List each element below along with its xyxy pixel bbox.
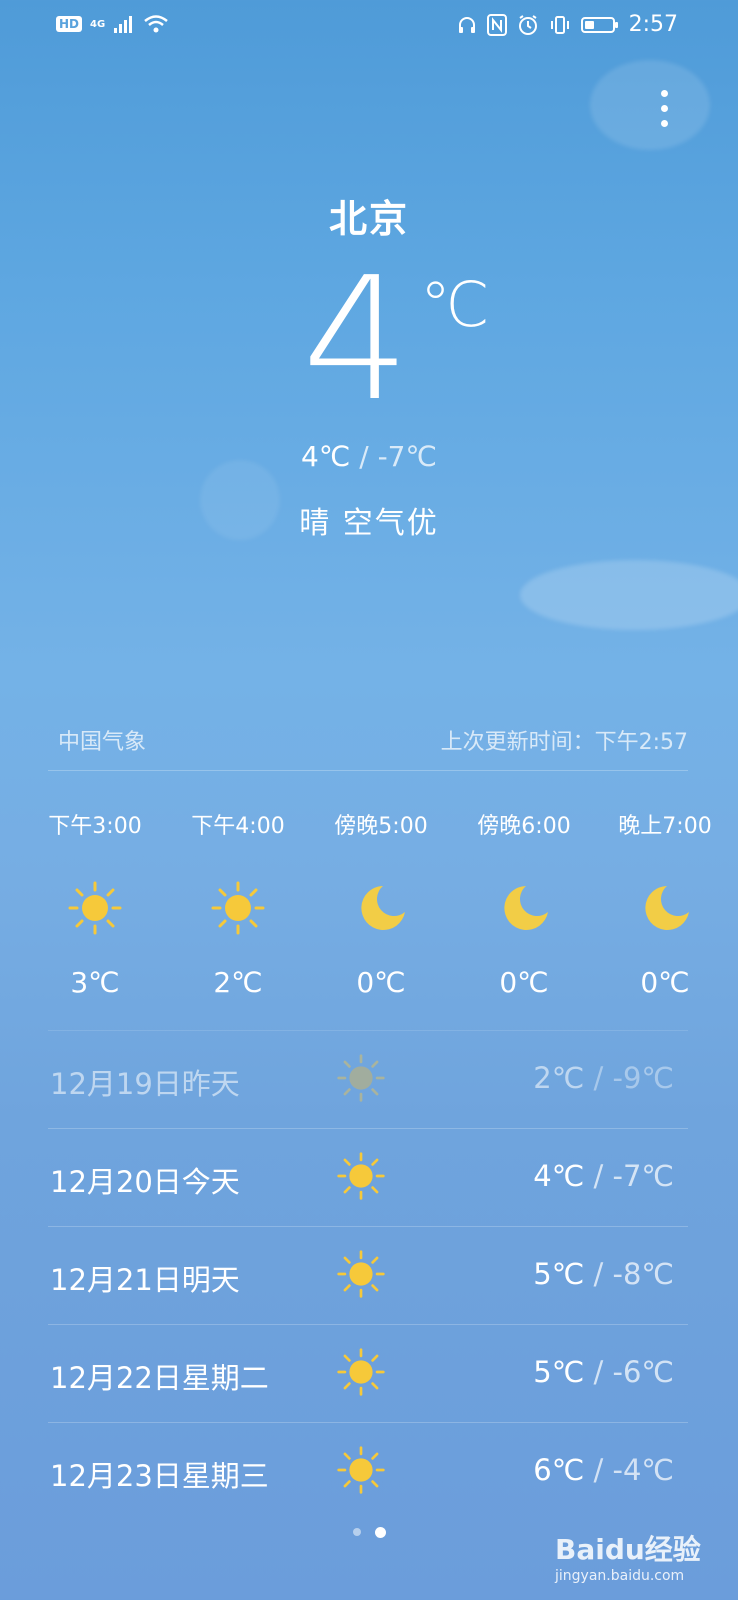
day-row[interactable]: 12月19日昨天 2℃ / -9℃ (48, 1030, 688, 1128)
sun-icon (211, 881, 265, 935)
hour-time: 晚上7:00 (618, 814, 712, 839)
current-temperature: 4 (302, 241, 411, 439)
vibrate-icon (550, 15, 569, 34)
day-date: 12月22日星期二 (50, 1361, 269, 1395)
day-date: 12月20日今天 (50, 1165, 240, 1199)
hour-time: 傍晚5:00 (334, 814, 428, 839)
signal-icon (114, 16, 133, 33)
moon-icon (504, 886, 548, 930)
day-high: 4℃ (533, 1159, 585, 1193)
day-date: 12月21日明天 (50, 1263, 240, 1297)
day-low: -6℃ (612, 1355, 674, 1389)
daily-forecast: 12月19日昨天 2℃ / -9℃ 12月20日今天 4℃ / -7℃ 12月2… (48, 1030, 688, 1520)
range-separator: / (593, 1355, 604, 1389)
sun-icon (337, 1152, 385, 1200)
hour-temp: 0℃ (356, 966, 406, 999)
today-range: 4℃ / -7℃ (0, 440, 738, 473)
day-row[interactable]: 12月21日明天 5℃ / -8℃ (48, 1226, 688, 1324)
hourly-item: 傍晚6:00 0℃ (469, 808, 579, 999)
hourly-item: 傍晚5:00 0℃ (326, 808, 436, 999)
day-high: 5℃ (533, 1355, 585, 1389)
day-row[interactable]: 12月22日星期二 5℃ / -6℃ (48, 1324, 688, 1422)
nfc-icon (486, 13, 507, 36)
condition-line: 晴 空气优 (0, 498, 738, 542)
day-low: -8℃ (612, 1257, 674, 1291)
background-cloud (520, 560, 738, 630)
baidu-watermark: Baidu经验 jingyan.baidu.com (555, 1528, 705, 1588)
alarm-icon (518, 14, 537, 35)
battery-icon (580, 16, 618, 33)
range-separator: / (359, 440, 369, 473)
weather-condition: 晴 (299, 506, 332, 541)
day-date: 12月23日星期三 (50, 1459, 269, 1493)
day-temps: 6℃ / -4℃ (533, 1453, 674, 1487)
dot-icon (660, 90, 668, 97)
page-dot (352, 1528, 361, 1536)
dot-icon (660, 120, 668, 127)
sun-icon (337, 1446, 385, 1494)
hourly-item: 晚上7:00 0℃ (610, 808, 720, 999)
background-cloud (590, 60, 710, 150)
day-row[interactable]: 12月20日今天 4℃ / -7℃ (48, 1128, 688, 1226)
hourly-forecast[interactable]: 下午3:00 3℃ 下午4:00 2℃ 傍晚5:00 0℃ 傍晚6:00 0℃ … (0, 808, 738, 1008)
day-temps: 5℃ / -6℃ (533, 1355, 674, 1389)
today-high: 4℃ (301, 440, 351, 473)
day-temps: 4℃ / -7℃ (533, 1159, 674, 1193)
day-high: 6℃ (533, 1453, 585, 1487)
day-row[interactable]: 12月23日星期三 6℃ / -4℃ (48, 1422, 688, 1520)
moon-icon (645, 886, 689, 930)
wifi-icon (144, 15, 168, 33)
sun-icon (337, 1054, 385, 1102)
hour-time: 下午4:00 (191, 814, 285, 839)
day-high: 2℃ (533, 1061, 585, 1095)
hourly-item: 下午4:00 2℃ (183, 808, 293, 999)
data-provider[interactable]: 中国气象 (58, 724, 146, 756)
today-low: -7℃ (377, 440, 437, 473)
status-right: 2:57 (457, 12, 678, 37)
headset-icon (458, 16, 475, 33)
clock: 2:57 (628, 12, 678, 37)
page-dot-active (374, 1527, 386, 1538)
network-type: 4G (90, 18, 106, 30)
range-separator: / (593, 1159, 604, 1193)
range-separator: / (593, 1257, 604, 1291)
air-quality[interactable]: 空气优 (343, 506, 439, 541)
day-low: -4℃ (612, 1453, 674, 1487)
sun-icon (337, 1348, 385, 1396)
day-date: 12月19日昨天 (50, 1067, 240, 1101)
dot-icon (660, 105, 668, 112)
more-options-button[interactable] (652, 90, 676, 134)
status-bar: HD 4G 2:57 (0, 0, 738, 56)
hour-temp: 2℃ (213, 966, 263, 999)
watermark-brand: Baidu经验 (555, 1533, 701, 1566)
temperature-unit: ℃ (420, 268, 490, 341)
day-low: -9℃ (612, 1061, 674, 1095)
day-low: -7℃ (612, 1159, 674, 1193)
hour-time: 傍晚6:00 (477, 814, 571, 839)
city-name[interactable]: 北京 (0, 188, 738, 243)
sun-icon (68, 881, 122, 935)
hour-temp: 3℃ (70, 966, 120, 999)
hour-temp: 0℃ (499, 966, 549, 999)
hour-time: 下午3:00 (48, 814, 142, 839)
range-separator: / (593, 1453, 604, 1487)
hourly-item: 下午3:00 3℃ (40, 808, 150, 999)
day-temps: 2℃ / -9℃ (533, 1061, 674, 1095)
status-left: HD 4G (56, 14, 169, 34)
divider (48, 770, 688, 771)
day-high: 5℃ (533, 1257, 585, 1291)
watermark-url: jingyan.baidu.com (555, 1568, 685, 1584)
hd-badge: HD (56, 16, 83, 32)
last-updated: 上次更新时间：下午2:57 (440, 730, 688, 755)
range-separator: / (593, 1061, 604, 1095)
sun-icon (337, 1250, 385, 1298)
moon-icon (361, 886, 405, 930)
hour-temp: 0℃ (640, 966, 690, 999)
day-temps: 5℃ / -8℃ (533, 1257, 674, 1291)
